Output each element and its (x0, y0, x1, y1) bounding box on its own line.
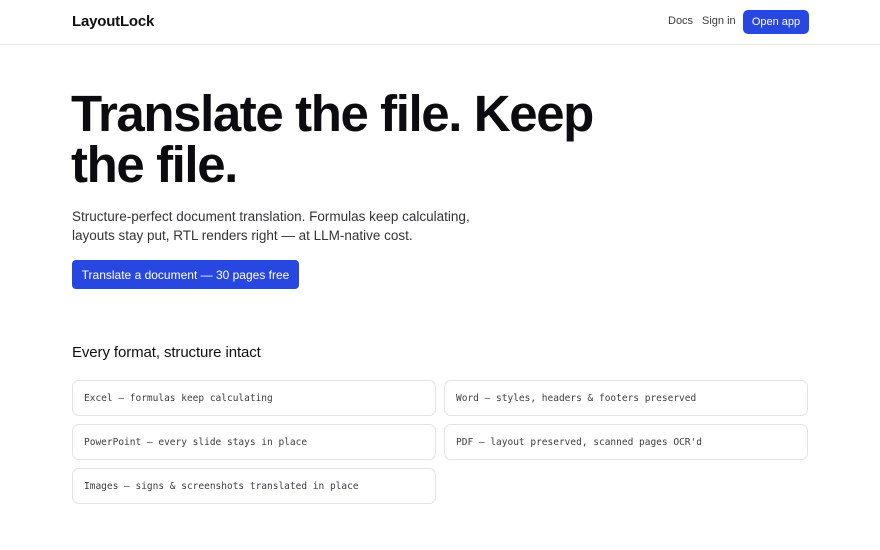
nav-docs-link[interactable]: Docs (668, 15, 693, 27)
format-card-powerpoint: PowerPoint — every slide stays in place (72, 424, 436, 460)
translate-document-button[interactable]: Translate a document — 30 pages free (72, 260, 299, 289)
format-card-label: PDF — layout preserved, scanned pages OC… (456, 436, 702, 448)
format-card-label: PowerPoint — every slide stays in place (84, 436, 308, 448)
format-card-word: Word — styles, headers & footers preserv… (444, 380, 808, 416)
hero-headline: Translate the file. Keep the file. (71, 85, 594, 193)
logo[interactable]: LayoutLock (72, 13, 154, 30)
format-card-label: Images — signs & screenshots translated … (84, 480, 359, 492)
nav-signin-link[interactable]: Sign in (702, 15, 736, 27)
format-card-label: Excel — formulas keep calculating (84, 392, 273, 404)
hero-subhead: Structure-perfect document translation. … (72, 209, 470, 243)
open-app-button[interactable]: Open app (743, 10, 809, 34)
format-card-excel: Excel — formulas keep calculating (72, 380, 436, 416)
formats-section-title: Every format, structure intact (72, 344, 261, 361)
format-card-images: Images — signs & screenshots translated … (72, 468, 436, 504)
top-nav-bar: LayoutLock Docs Sign in Open app (0, 0, 880, 45)
format-card-pdf: PDF — layout preserved, scanned pages OC… (444, 424, 808, 460)
format-card-label: Word — styles, headers & footers preserv… (456, 392, 697, 404)
